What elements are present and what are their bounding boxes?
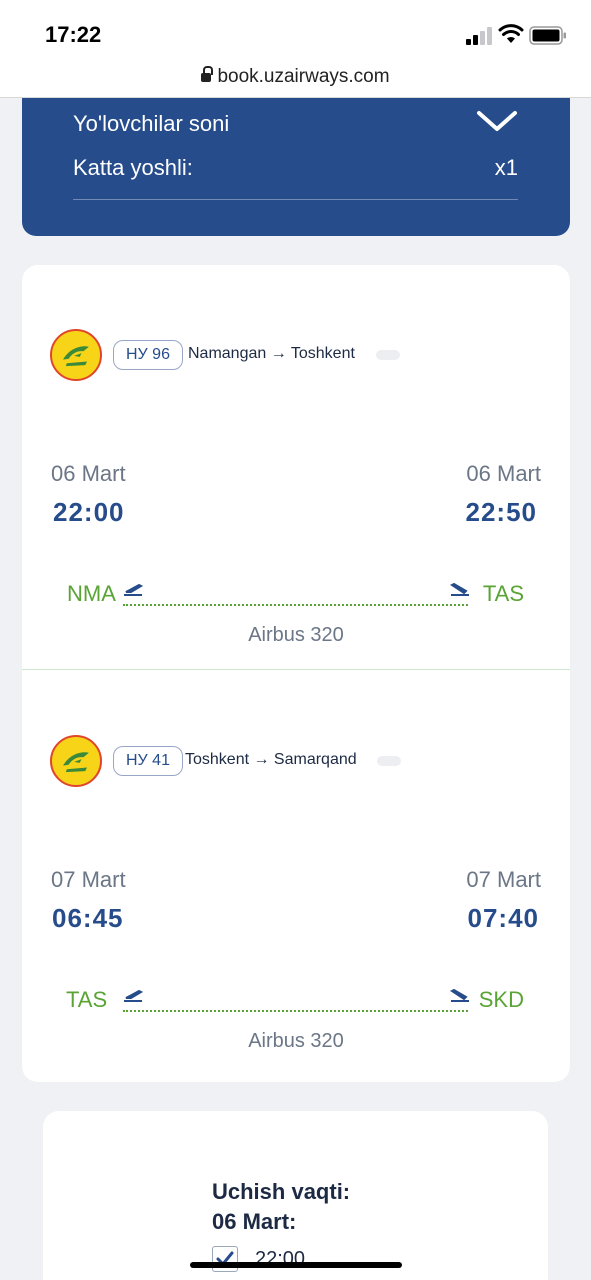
adult-count: x1 — [494, 155, 518, 180]
departure-airport-code: NMA — [67, 581, 116, 606]
departure-time: 06:45 — [52, 903, 124, 933]
divider — [73, 199, 518, 200]
time-option-checkbox[interactable] — [212, 1246, 238, 1272]
battery-icon — [529, 26, 566, 45]
departure-date: 06 Mart — [51, 461, 126, 486]
departure-time-label-line1: Uchish vaqti: — [212, 1179, 351, 1204]
flight-segment: НУ 96 Namangan → Toshkent 06 Mart 06 Mar… — [22, 265, 570, 671]
chevron-down-icon[interactable] — [476, 110, 518, 132]
passenger-count-panel[interactable]: Yo'lovchilar soni Katta yoshli: x1 — [22, 98, 570, 236]
departure-date-label: 06 Mart: — [212, 1209, 297, 1234]
route-text: Toshkent → Samarqand — [185, 751, 357, 768]
flight-path-line — [123, 1010, 468, 1012]
flight-path-line — [123, 604, 468, 606]
wifi-icon — [498, 24, 524, 43]
flight-itinerary-card[interactable]: НУ 96 Namangan → Toshkent 06 Mart 06 Mar… — [22, 265, 570, 1082]
arrival-airport-code: TAS — [482, 581, 524, 606]
route-info-pill — [376, 350, 400, 360]
route-text: Namangan → Toshkent — [188, 345, 355, 362]
passenger-count-title: Yo'lovchilar soni — [73, 111, 230, 136]
flight-number-badge: НУ 96 — [113, 340, 183, 370]
segment-divider — [22, 669, 570, 670]
arrival-date: 07 Mart — [466, 867, 541, 892]
status-bar: 17:22 — [0, 0, 591, 62]
airline-logo — [50, 329, 102, 381]
route-info-pill — [377, 756, 401, 766]
aircraft-type: Airbus 320 — [248, 624, 344, 646]
departure-date: 07 Mart — [51, 867, 126, 892]
departure-time-label: Uchish vaqti: 06 Mart: — [212, 1177, 350, 1237]
arrival-date: 06 Mart — [466, 461, 541, 486]
airline-logo — [50, 735, 102, 787]
landing-icon — [450, 989, 469, 1002]
status-clock: 17:22 — [45, 22, 102, 47]
landing-icon — [450, 583, 469, 596]
arrival-airport-code: SKD — [478, 987, 524, 1012]
flight-segment: НУ 41 Toshkent → Samarqand 07 Mart 07 Ma… — [22, 671, 570, 1077]
home-indicator[interactable] — [190, 1262, 402, 1268]
takeoff-icon — [124, 989, 143, 1002]
departure-time-card: Uchish vaqti: 06 Mart: 22:00 — [43, 1111, 548, 1280]
lock-icon — [201, 66, 214, 83]
arrival-time: 07:40 — [467, 903, 539, 933]
url-text: book.uzairways.com — [217, 66, 390, 87]
address-bar[interactable]: book.uzairways.com — [0, 62, 591, 98]
arrival-time: 22:50 — [465, 497, 537, 527]
departure-time: 22:00 — [53, 497, 125, 527]
cellular-signal-icon — [466, 27, 494, 45]
takeoff-icon — [124, 583, 143, 596]
aircraft-type: Airbus 320 — [248, 1030, 344, 1052]
adult-label: Katta yoshli: — [73, 155, 193, 180]
departure-airport-code: TAS — [66, 987, 108, 1012]
flight-number-badge: НУ 41 — [113, 746, 183, 776]
